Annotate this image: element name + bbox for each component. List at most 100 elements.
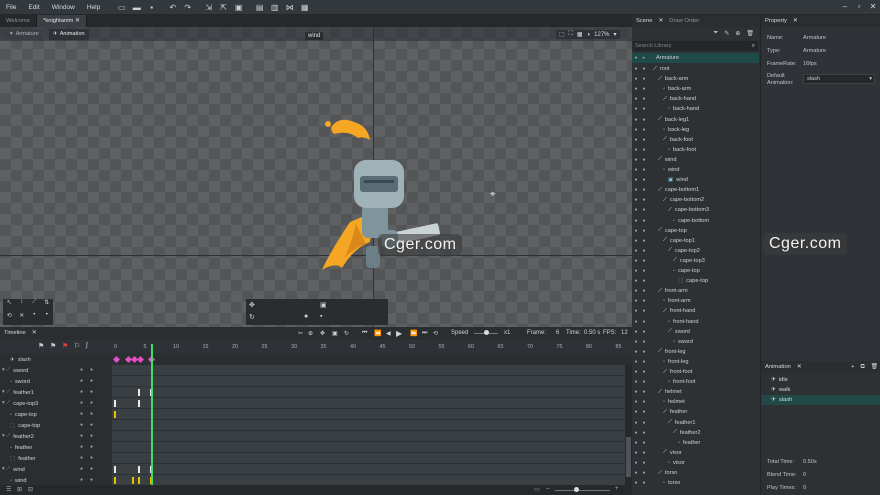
- eye-icon[interactable]: ●: [632, 248, 640, 254]
- eye-icon[interactable]: ●: [632, 389, 640, 395]
- scene-item[interactable]: ● ● ▫ front-arm: [632, 296, 759, 306]
- move-x-icon[interactable]: ↕: [16, 299, 29, 312]
- key-rotate-icon[interactable]: ↻: [344, 330, 349, 337]
- eye-icon[interactable]: ●: [632, 470, 640, 476]
- row-visibility-icon[interactable]: ●: [80, 400, 83, 406]
- eye-icon[interactable]: ●: [632, 197, 640, 203]
- copy-pose-icon[interactable]: ▣: [320, 301, 327, 309]
- prev-frame-icon[interactable]: ⏪: [374, 330, 381, 337]
- tab-draw-order[interactable]: Draw Order: [669, 18, 699, 24]
- keyframe[interactable]: [114, 466, 116, 473]
- keyframe[interactable]: [138, 389, 140, 396]
- eye-icon[interactable]: ●: [632, 106, 640, 112]
- eye-icon[interactable]: ●: [632, 268, 640, 274]
- timeline-zoom-thumb[interactable]: [574, 487, 579, 492]
- lock-icon[interactable]: ●: [640, 197, 648, 203]
- eye-icon[interactable]: ●: [632, 207, 640, 213]
- animation-item-idle[interactable]: ✈ idle: [761, 375, 880, 385]
- close-tab-icon[interactable]: ✕: [75, 18, 80, 24]
- minimize-icon[interactable]: –: [838, 0, 852, 14]
- eye-icon[interactable]: ●: [632, 319, 640, 325]
- scene-item[interactable]: ● ● ⟋ sword: [632, 327, 759, 337]
- lock-icon[interactable]: ●: [640, 379, 648, 385]
- row-visibility-icon[interactable]: ●: [80, 389, 83, 395]
- timeline-row-frames[interactable]: [112, 431, 625, 442]
- scene-item[interactable]: ● ● ⟋ feather1: [632, 418, 759, 428]
- eye-icon[interactable]: ●: [632, 66, 640, 72]
- animation-item-slash[interactable]: ✈ slash: [761, 395, 880, 405]
- scene-item[interactable]: ● ● ⟋ back-foot: [632, 135, 759, 145]
- scene-item[interactable]: ● ● ⟋ helmet: [632, 387, 759, 397]
- fit-icon[interactable]: ⛶: [569, 31, 573, 38]
- timeline-row[interactable]: ▾ ⟋ feather1 ● ●: [0, 387, 625, 398]
- scene-item[interactable]: ● ● ▫ sword: [632, 337, 759, 347]
- eye-icon[interactable]: ●: [632, 460, 640, 466]
- scene-item[interactable]: ● ● ⟋ cape-top: [632, 226, 759, 236]
- pivot-icon[interactable]: ●: [304, 313, 308, 320]
- timeline-row-frames[interactable]: [112, 409, 625, 420]
- summary-keyframe[interactable]: [112, 355, 121, 364]
- scene-item[interactable]: ● ● ⟋ front-arm: [632, 286, 759, 296]
- keyframe[interactable]: [138, 477, 140, 484]
- row-visibility-icon[interactable]: ●: [80, 455, 83, 461]
- timeline-row-frames[interactable]: [112, 365, 625, 376]
- keyframe[interactable]: [114, 477, 116, 484]
- lock-icon[interactable]: ●: [640, 147, 648, 153]
- key-all-icon[interactable]: ✂: [298, 330, 303, 337]
- timeline-row-frames[interactable]: [112, 387, 625, 398]
- scene-item[interactable]: ● ● ▫ front-hand: [632, 317, 759, 327]
- edit-icon[interactable]: ✎: [724, 30, 729, 37]
- scene-item[interactable]: ● ● ▫ front-leg: [632, 357, 759, 367]
- timeline-row-frames[interactable]: [112, 442, 625, 453]
- eye-icon[interactable]: ●: [632, 117, 640, 123]
- armature-mode-button[interactable]: ✦ Armature: [5, 29, 43, 40]
- scene-item[interactable]: ● ● ▫ wind: [632, 165, 759, 175]
- timeline-row-frames[interactable]: [112, 376, 625, 387]
- scene-item[interactable]: ● ● ⟋ cape-top2: [632, 246, 759, 256]
- close-property-icon[interactable]: ✕: [793, 18, 798, 24]
- animation-mode-button[interactable]: ✈ Animation: [49, 29, 89, 40]
- play-icon[interactable]: ▶: [396, 329, 402, 338]
- keyframe[interactable]: [114, 400, 116, 407]
- scene-item[interactable]: ● ● ▣ wind: [632, 175, 759, 185]
- new-bone-icon[interactable]: ⊕: [735, 30, 740, 37]
- lock-icon[interactable]: ●: [640, 440, 648, 446]
- menu-file[interactable]: File: [0, 4, 22, 11]
- lock-icon[interactable]: ●: [640, 218, 648, 224]
- add-animation-icon[interactable]: +: [851, 364, 854, 370]
- lock-icon[interactable]: ●: [640, 450, 648, 456]
- eye-icon[interactable]: ●: [632, 288, 640, 294]
- timeline-row[interactable]: ▾ ⟋ cape-top3 ● ●: [0, 398, 625, 409]
- eye-icon[interactable]: ●: [632, 278, 640, 284]
- eye-icon[interactable]: ●: [632, 238, 640, 244]
- move-tool-icon[interactable]: ✥: [249, 301, 255, 309]
- remove-track-icon[interactable]: ⊟: [28, 486, 33, 493]
- delete-icon[interactable]: 🗑: [746, 30, 754, 37]
- grid-icon[interactable]: ▦: [577, 31, 583, 38]
- timeline-row[interactable]: ⬚ cape-top ● ●: [0, 420, 625, 431]
- pin-icon[interactable]: ↖: [3, 299, 16, 312]
- speed-slider-thumb[interactable]: [484, 330, 489, 335]
- new-file-icon[interactable]: ▭: [117, 3, 126, 12]
- scene-item[interactable]: ● ● ▫ helmet: [632, 397, 759, 407]
- play-backward-icon[interactable]: ◀: [386, 330, 391, 337]
- timeline-zoom-track[interactable]: [555, 490, 610, 491]
- file-settings-icon[interactable]: ▤: [255, 3, 264, 12]
- tab-scene[interactable]: Scene: [636, 18, 652, 24]
- zoom-out-icon[interactable]: ▭: [534, 486, 540, 493]
- timeline-row-frames[interactable]: [112, 464, 625, 475]
- row-visibility-icon[interactable]: ●: [80, 367, 83, 373]
- row-lock-icon[interactable]: ●: [90, 378, 93, 384]
- eye-icon[interactable]: ●: [632, 86, 640, 92]
- keyframe[interactable]: [138, 400, 140, 407]
- tab-knightanim[interactable]: *knightanim ✕: [37, 15, 87, 27]
- scene-item[interactable]: ● ● ▫ back-arm: [632, 84, 759, 94]
- lock-icon[interactable]: ●: [640, 228, 648, 234]
- key-copy-icon[interactable]: ▣: [332, 330, 338, 337]
- close-scene-icon[interactable]: ✕: [658, 18, 663, 24]
- scene-item[interactable]: ● ● ⟋ root: [632, 64, 759, 74]
- animation-item-walk[interactable]: ✈ walk: [761, 385, 880, 395]
- scene-item[interactable]: ● ● ⟋ feather2: [632, 428, 759, 438]
- maximize-icon[interactable]: ▫: [852, 0, 866, 14]
- rotate-icon[interactable]: ↻: [249, 313, 255, 321]
